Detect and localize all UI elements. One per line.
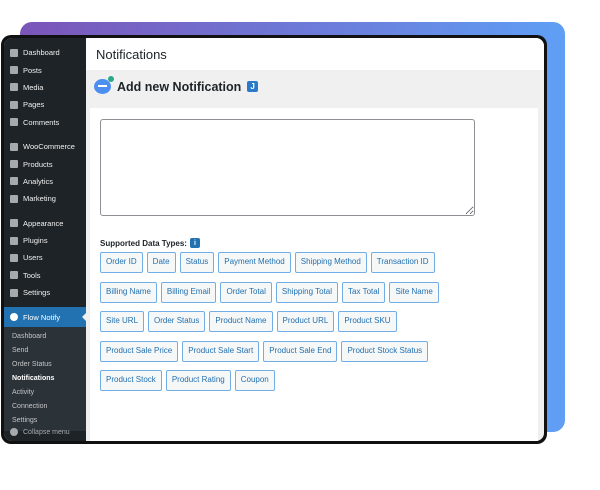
- data-type-tag[interactable]: Payment Method: [218, 252, 291, 273]
- plugins-icon: [10, 236, 18, 245]
- comments-icon: [10, 118, 18, 127]
- collapse-icon: [10, 428, 18, 436]
- page-title: Notifications: [86, 38, 544, 70]
- data-type-tag[interactable]: Tax Total: [342, 281, 386, 303]
- j-badge: J: [247, 81, 258, 92]
- data-type-tag[interactable]: Product Sale End: [263, 340, 338, 362]
- data-type-tag[interactable]: Transaction ID: [370, 252, 435, 273]
- sidebar-item-dashboard[interactable]: Dashboard: [4, 44, 86, 61]
- pages-icon: [10, 100, 18, 109]
- media-icon: [10, 83, 18, 92]
- submenu-item[interactable]: Notifications: [4, 372, 86, 386]
- sidebar-item-settings[interactable]: Settings: [4, 284, 86, 301]
- sidebar-item-products[interactable]: Products: [4, 155, 86, 172]
- sidebar-item-analytics[interactable]: Analytics: [4, 173, 86, 190]
- data-type-tag[interactable]: Status: [179, 252, 215, 273]
- marketing-icon: [10, 194, 18, 203]
- data-type-tag[interactable]: Date: [146, 252, 176, 273]
- appearance-icon: [10, 219, 18, 228]
- data-type-tag[interactable]: Coupon: [234, 370, 275, 391]
- woocommerce-icon: [10, 142, 18, 151]
- data-type-tag[interactable]: Product Sale Price: [100, 340, 179, 362]
- analytics-icon: [10, 177, 18, 186]
- chat-icon: [10, 313, 18, 322]
- sidebar-item-tools[interactable]: Tools: [4, 267, 86, 284]
- panel-title: Add new Notification: [117, 79, 242, 94]
- users-icon: [10, 253, 18, 262]
- data-type-tag[interactable]: Shipping Total: [275, 281, 339, 303]
- data-type-tag[interactable]: Order Status: [148, 311, 206, 332]
- info-icon[interactable]: i: [189, 238, 200, 248]
- types-label: Supported Data Types:: [100, 238, 187, 248]
- notification-bubble-icon: [94, 76, 114, 94]
- data-type-tag[interactable]: Product Stock: [100, 370, 162, 391]
- sidebar-item-comments[interactable]: Comments: [4, 114, 86, 131]
- notification-panel: Supported Data Types: i Order ID Date Statu…: [90, 108, 538, 441]
- app-window: Dashboard Posts Media Pages Comments WooComme…: [1, 35, 547, 444]
- notification-textarea[interactable]: [100, 119, 475, 216]
- data-type-tag[interactable]: Product Stock Status: [341, 340, 429, 362]
- admin-sidebar: Dashboard Posts Media Pages Comments WooComme…: [4, 38, 86, 441]
- data-type-tag[interactable]: Product Rating: [165, 370, 231, 391]
- data-type-tag[interactable]: Product Sale Start: [182, 340, 260, 362]
- sidebar-item-flow-notify[interactable]: Flow Notify: [4, 307, 86, 328]
- submenu-item[interactable]: Dashboard: [4, 330, 86, 344]
- tools-icon: [10, 271, 18, 280]
- data-type-tag[interactable]: Billing Name: [100, 281, 157, 303]
- dashboard-icon: [10, 48, 18, 57]
- posts-icon: [10, 66, 18, 75]
- collapse-menu-button[interactable]: Collapse menu: [4, 423, 86, 441]
- submenu-item[interactable]: Order Status: [4, 358, 86, 372]
- submenu-item[interactable]: Activity: [4, 386, 86, 400]
- sidebar-item-media[interactable]: Media: [4, 79, 86, 96]
- sidebar-item-pages[interactable]: Pages: [4, 96, 86, 113]
- sidebar-item-users[interactable]: Users: [4, 249, 86, 266]
- data-type-tag[interactable]: Billing Email: [160, 281, 217, 303]
- data-type-tag[interactable]: Order Total: [220, 281, 272, 303]
- products-icon: [10, 160, 18, 169]
- sidebar-item-appearance[interactable]: Appearance: [4, 215, 86, 232]
- data-type-tag[interactable]: Product Name: [209, 311, 273, 332]
- submenu-item[interactable]: Send: [4, 344, 86, 358]
- data-type-tag[interactable]: Order ID: [100, 252, 143, 273]
- data-type-tag[interactable]: Shipping Method: [294, 252, 367, 273]
- sidebar-item-plugins[interactable]: Plugins: [4, 232, 86, 249]
- sidebar-item-woocommerce[interactable]: WooCommerce: [4, 138, 86, 155]
- data-type-tag[interactable]: Site URL: [100, 311, 145, 332]
- data-type-tag[interactable]: Product SKU: [338, 311, 397, 332]
- settings-icon: [10, 288, 18, 297]
- data-type-tag[interactable]: Site Name: [389, 281, 439, 303]
- data-type-tag[interactable]: Product URL: [276, 311, 335, 332]
- sidebar-item-marketing[interactable]: Marketing: [4, 190, 86, 207]
- sidebar-item-posts[interactable]: Posts: [4, 61, 86, 78]
- submenu-item[interactable]: Connection: [4, 400, 86, 414]
